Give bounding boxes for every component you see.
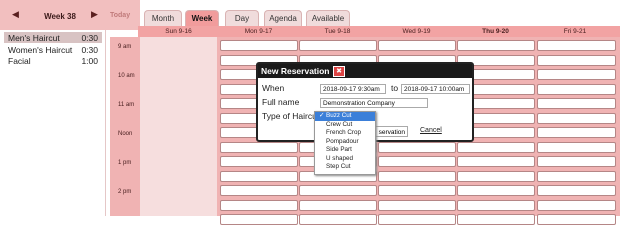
service-item-mens-haircut[interactable]: Men's Haircut 0:30 [4, 32, 102, 43]
day-header-sun: Sun 9-16 [165, 28, 192, 35]
time-slot[interactable] [537, 214, 616, 225]
to-label: to [391, 83, 399, 93]
service-name: Women's Haircut [8, 45, 73, 55]
time-slot[interactable] [299, 185, 377, 196]
today-button[interactable]: Today [110, 12, 130, 19]
time-slot[interactable] [457, 170, 535, 182]
time-slot[interactable] [220, 170, 298, 182]
option-label: Buzz Cut [326, 112, 352, 119]
time-slot[interactable] [537, 98, 616, 109]
time-slot[interactable] [378, 170, 456, 182]
tab-agenda[interactable]: Agenda [264, 10, 302, 27]
tab-day[interactable]: Day [225, 10, 259, 27]
option-label: Crew Cut [326, 120, 353, 128]
day-header-fri: Fri 9-21 [563, 28, 587, 35]
option-label: French Crop [326, 129, 361, 136]
tab-month[interactable]: Month [144, 10, 182, 27]
service-item-facial[interactable]: Facial 1:00 [4, 55, 102, 66]
time-slot[interactable] [537, 54, 616, 66]
time-slot[interactable] [220, 156, 298, 167]
option-crew-cut[interactable]: Crew Cut [315, 121, 375, 130]
next-week-icon[interactable]: ▶ [91, 9, 98, 20]
time-label: 10 am [118, 73, 135, 79]
time-slot[interactable] [299, 214, 377, 225]
option-label: U shaped [326, 154, 353, 162]
option-u-shaped[interactable]: U shaped [315, 155, 375, 164]
option-pompadour[interactable]: Pompadour [315, 138, 375, 147]
prev-week-icon[interactable]: ◀ [12, 9, 19, 20]
service-name: Facial [8, 56, 31, 66]
time-slot[interactable] [378, 199, 456, 211]
time-slot[interactable] [378, 185, 456, 196]
tab-available[interactable]: Available [306, 10, 350, 27]
time-slot[interactable] [537, 112, 616, 124]
type-label: Type of Haircut [262, 111, 320, 121]
time-slot[interactable] [537, 83, 616, 95]
option-label: Pompadour [326, 137, 359, 145]
option-step-cut[interactable]: Step Cut [315, 163, 375, 172]
time-slot[interactable] [537, 69, 616, 80]
day-header-thu: Thu 9-20 [482, 28, 509, 35]
when-label: When [262, 83, 285, 93]
option-label: Side Part [326, 146, 352, 153]
time-label: Noon [118, 131, 133, 137]
cancel-link[interactable]: Cancel [420, 127, 442, 134]
start-time-field[interactable]: 2018-09-17 9:30am [320, 84, 386, 94]
time-slot[interactable] [378, 214, 456, 225]
time-slot[interactable] [378, 156, 456, 167]
service-item-womens-haircut[interactable]: Women's Haircut 0:30 [4, 44, 102, 55]
day-header-tue: Tue 9-18 [324, 28, 351, 35]
time-slot[interactable] [457, 141, 535, 153]
time-slot[interactable] [457, 156, 535, 167]
sunday-column [140, 37, 217, 216]
time-slot[interactable] [457, 185, 535, 196]
time-slot[interactable] [378, 40, 456, 51]
service-duration: 0:30 [81, 33, 98, 43]
time-slot[interactable] [537, 40, 616, 51]
time-slot[interactable] [220, 141, 298, 153]
time-label: 1 pm [118, 160, 132, 166]
time-slot[interactable] [457, 199, 535, 211]
time-slot[interactable] [299, 40, 377, 51]
time-label: 9 am [118, 44, 132, 50]
time-slot[interactable] [537, 185, 616, 196]
option-french-crop[interactable]: French Crop [315, 129, 375, 138]
time-slot[interactable] [537, 127, 616, 138]
full-name-label: Full name [262, 97, 300, 107]
time-label: 2 pm [118, 189, 132, 195]
time-slot[interactable] [220, 199, 298, 211]
option-buzz-cut[interactable]: ✓ Buzz Cut [315, 112, 375, 121]
day-header-mon: Mon 9-17 [244, 28, 273, 35]
time-slot[interactable] [220, 185, 298, 196]
time-slot[interactable] [537, 156, 616, 167]
service-name: Men's Haircut [8, 33, 60, 43]
checkmark-icon: ✓ [319, 112, 325, 119]
time-slot[interactable] [378, 141, 456, 153]
time-slot[interactable] [537, 170, 616, 182]
full-name-field[interactable]: Demonstration Company [320, 98, 428, 108]
service-duration: 0:30 [81, 45, 98, 55]
tab-week[interactable]: Week [185, 10, 219, 27]
close-icon[interactable]: ✖ [333, 66, 345, 77]
time-label: 11 am [118, 102, 135, 108]
time-slot[interactable] [299, 199, 377, 211]
week-label: Week 38 [44, 12, 76, 21]
day-header-wed: Wed 9-19 [402, 28, 431, 35]
time-slot[interactable] [537, 199, 616, 211]
time-slot[interactable] [537, 141, 616, 153]
option-side-part[interactable]: Side Part [315, 146, 375, 155]
time-slot[interactable] [457, 40, 535, 51]
dialog-title: New Reservation [261, 66, 330, 76]
haircut-type-dropdown[interactable]: ✓ Buzz Cut Crew Cut French Crop Pompadou… [314, 111, 376, 175]
time-slot[interactable] [220, 214, 298, 225]
option-label: Step Cut [326, 163, 351, 170]
service-duration: 1:00 [81, 56, 98, 66]
time-slot[interactable] [457, 214, 535, 225]
end-time-field[interactable]: 2018-09-17 10:00am [401, 84, 470, 94]
time-slot[interactable] [220, 40, 298, 51]
